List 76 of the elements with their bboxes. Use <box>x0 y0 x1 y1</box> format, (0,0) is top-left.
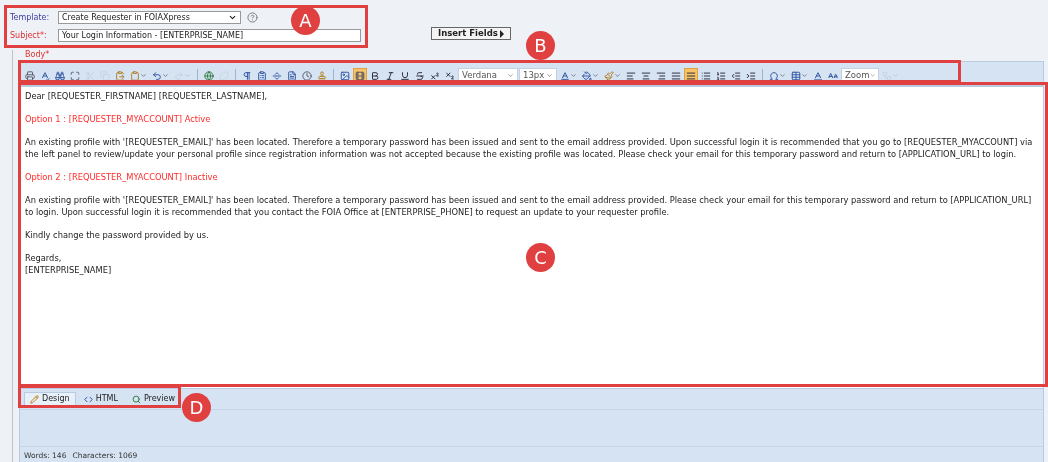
binoculars-icon <box>55 70 65 81</box>
caret-icon <box>869 72 875 79</box>
magnifier-icon <box>131 394 141 404</box>
outdent-icon <box>731 70 741 81</box>
option-heading: Option 2 : [REQUESTER_MYACCOUNT] Inactive <box>25 171 218 183</box>
caret-icon <box>546 72 553 79</box>
subscript-icon <box>445 70 455 81</box>
mode-tab[interactable]: HTML <box>77 391 124 407</box>
unlink-icon <box>219 70 229 81</box>
underline-icon <box>400 70 410 81</box>
undo-icon <box>152 70 162 81</box>
strikethrough-icon <box>415 70 425 81</box>
stamp-icon <box>317 70 327 81</box>
bold-icon <box>370 70 380 81</box>
image-icon <box>340 70 350 81</box>
align-right-icon <box>656 70 666 81</box>
align-center-icon <box>641 70 651 81</box>
pilcrow-icon <box>242 70 252 81</box>
font-color-icon <box>560 70 570 81</box>
omega-icon <box>769 70 779 81</box>
body-text: An existing profile with '[REQUESTER_EMAIL]' has been located. Therefore a temporary password has been issued and sent to the email address provided. Upon successful login it is recommended that you go to [REQUESTER_MYACCOUNT] via the left panel to review/update your personal profile since registration information was not accepted because the existing profile was located. Please check your email for this temporary password and return to [APPLICATION_URL] to login. <box>25 136 1034 160</box>
clipboard-icon <box>130 70 140 81</box>
document-icon <box>257 70 267 81</box>
horizontal-rule-icon <box>272 70 282 81</box>
module-icon <box>882 70 892 81</box>
body-text: Regards, <box>25 252 62 264</box>
text-style-icon <box>813 70 823 81</box>
body-text: [ENTERPRISE_NAME] <box>25 264 112 276</box>
caret-icon <box>184 72 191 79</box>
align-left-icon <box>626 70 636 81</box>
caret-icon <box>228 13 237 22</box>
clock-icon <box>302 70 312 81</box>
paintbrush-icon <box>604 70 614 81</box>
caret-icon <box>892 72 899 79</box>
indent-icon <box>746 70 756 81</box>
text-size-icon <box>828 70 838 81</box>
code-icon <box>83 394 93 404</box>
clipboard-icon <box>115 70 125 81</box>
table-icon <box>791 70 801 81</box>
align-justify-icon <box>671 70 681 81</box>
align-justify-icon <box>686 70 696 81</box>
superscript-icon <box>430 70 440 81</box>
caret-icon <box>614 72 621 79</box>
italic-icon <box>385 70 395 81</box>
bulleted-list-icon <box>701 70 711 81</box>
template-label: Template: <box>10 11 51 24</box>
caret-icon <box>570 72 577 79</box>
mode-tab[interactable]: Preview <box>125 391 182 407</box>
scissors-icon <box>85 70 95 81</box>
numbered-list-icon <box>716 70 726 81</box>
body-text: Kindly change the password provided by us. <box>25 229 209 241</box>
subject-field[interactable]: Your Login Information - [ENTERPRISE_NAME] <box>58 29 361 42</box>
globe-icon <box>204 70 214 81</box>
document-icon <box>287 70 297 81</box>
option-heading: Option 1 : [REQUESTER_MYACCOUNT] Active <box>25 113 211 125</box>
template-dropdown[interactable]: Create Requester in FOIAXpress <box>58 11 241 24</box>
body-text: Dear [REQUESTER_FIRSTNAME] [REQUESTER_LASTNAME], <box>25 90 268 102</box>
redo-icon <box>174 70 184 81</box>
subject-label: Subject*: <box>10 29 48 42</box>
media-icon <box>355 70 365 81</box>
caret-icon <box>592 72 599 79</box>
caret-icon <box>162 72 169 79</box>
spellcheck-icon <box>40 70 50 81</box>
copy-icon <box>100 70 110 81</box>
insert-fields-button[interactable]: Insert Fields <box>431 27 511 40</box>
body-text: An existing profile with '[REQUESTER_EMAIL]' has been located. Therefore a temporary password has been issued and sent to the email address provided. Please check your email for this temporary password and return to [APPLICATION_URL] to login. Upon successful login it is recommended that you contact the FOIA Office at [ENTERPRISE_PHONE] to request an update to your requester profile. <box>25 194 1033 218</box>
pencil-icon <box>30 394 39 404</box>
paint-bucket-icon <box>582 70 592 81</box>
maximize-icon <box>70 70 80 81</box>
caret-icon <box>779 72 786 79</box>
callout-badge: B <box>526 31 555 60</box>
caret-icon <box>507 72 514 79</box>
caret-icon <box>140 72 147 79</box>
caret-icon <box>801 72 808 79</box>
print-icon <box>25 70 35 81</box>
help-icon[interactable] <box>247 12 258 23</box>
